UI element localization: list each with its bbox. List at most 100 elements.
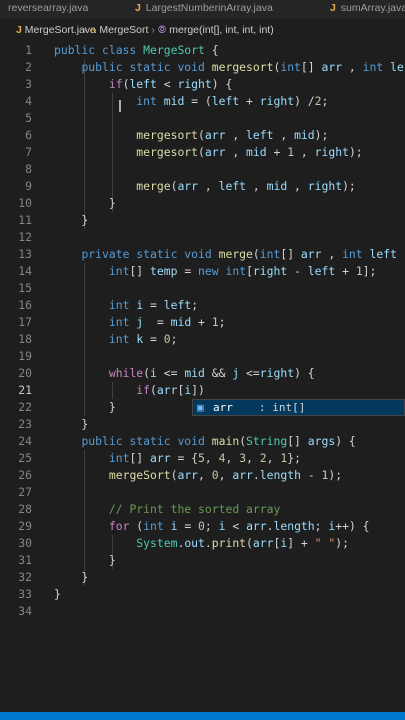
code-line: 13 private static void merge(int[] arr ,… [0, 246, 405, 263]
code-line: 7 mergesort(arr , mid + 1 , right); [0, 144, 405, 161]
code-line: 25 int[] arr = {5, 4, 3, 2, 1}; [0, 450, 405, 467]
chevron-right-icon: › [82, 24, 87, 36]
code-line: 20 while(i <= mid && j <=right) { [0, 365, 405, 382]
line-number: 26 [18, 468, 32, 482]
code-text: int i = left; [108, 298, 199, 312]
code-line: 2 public static void mergesort(int[] arr… [0, 59, 405, 76]
java-file-icon: J [16, 24, 22, 36]
code-text: } [54, 417, 89, 431]
code-text: private static void merge(int[] arr , in… [81, 247, 405, 261]
code-line-active: 21 if(arr[i]) [0, 382, 405, 399]
code-line: 17 int j = mid + 1; [0, 314, 405, 331]
line-number: 21 [18, 383, 32, 397]
code-line: 16 int i = left; [0, 297, 405, 314]
code-text: } [54, 196, 116, 210]
line-number: 23 [18, 417, 32, 431]
line-number: 7 [25, 145, 32, 159]
code-text: int[] temp = new int[right - left + 1]; [108, 264, 377, 278]
line-number: 22 [18, 400, 32, 414]
field-icon: ▣ [197, 401, 204, 414]
code-line: 26 mergeSort(arr, 0, arr.length - 1); [0, 467, 405, 484]
line-number: 6 [25, 128, 32, 142]
tab-sumarray[interactable]: J sumArray.java [330, 2, 405, 14]
line-number: 15 [18, 281, 32, 295]
line-number: 4 [25, 94, 32, 108]
line-number: 31 [18, 553, 32, 567]
line-number: 9 [25, 179, 32, 193]
code-line: 5 [0, 110, 405, 127]
code-line: 30 System.out.print(arr[i] + " "); [0, 535, 405, 552]
text-cursor [119, 100, 121, 112]
code-line: 27 [0, 484, 405, 501]
autocomplete-popup[interactable]: ▣ arr : int[] [192, 399, 405, 416]
code-text: int mid = (left + right) /2; [136, 94, 329, 108]
line-number: 16 [18, 298, 32, 312]
code-line: 10 } [0, 195, 405, 212]
code-text: public static void main(String[] args) { [81, 434, 356, 448]
code-text: // Print the sorted array [108, 502, 281, 516]
code-line: 18 int k = 0; [0, 331, 405, 348]
breadcrumb-class[interactable]: ‹› MergeSort [89, 24, 148, 36]
code-text: } [54, 570, 89, 584]
code-line: 19 [0, 348, 405, 365]
line-number: 12 [18, 230, 32, 244]
code-line: 3 if(left < right) { [0, 76, 405, 93]
code-text: mergeSort(arr, 0, arr.length - 1); [108, 468, 343, 482]
code-text: mergesort(arr , mid + 1 , right); [136, 145, 363, 159]
breadcrumb: J MergeSort.java› ‹› MergeSort › ⦾ merge(in… [0, 24, 405, 41]
code-line: 24 public static void main(String[] args… [0, 433, 405, 450]
line-number: 2 [25, 60, 32, 74]
code-text: int k = 0; [108, 332, 178, 346]
line-number: 3 [25, 77, 32, 91]
editor-tab-bar: reversearray.java J LargestNumberinArray… [0, 0, 405, 18]
code-line: 4 int mid = (left + right) /2; [0, 93, 405, 110]
line-number: 17 [18, 315, 32, 329]
java-file-icon: J [135, 2, 141, 14]
code-text: for (int i = 0; i < arr.length; i++) { [108, 519, 370, 533]
code-text: } [54, 213, 89, 227]
line-number: 24 [18, 434, 32, 448]
tab-label: sumArray.java [340, 2, 405, 14]
code-text: public class MergeSort { [54, 43, 219, 57]
line-number: 30 [18, 536, 32, 550]
code-line: 23 } [0, 416, 405, 433]
tab-label: LargestNumberinArray.java [145, 2, 273, 14]
line-number: 25 [18, 451, 32, 465]
line-number: 20 [18, 366, 32, 380]
code-line: 32 } [0, 569, 405, 586]
breadcrumb-class-label: MergeSort [99, 24, 149, 36]
code-line: 8 [0, 161, 405, 178]
suggestion-name: arr [213, 401, 233, 414]
chevron-right-icon: › [151, 24, 155, 36]
code-text: } [54, 553, 116, 567]
line-number: 14 [18, 264, 32, 278]
code-text: System.out.print(arr[i] + " "); [136, 536, 349, 550]
line-number: 1 [25, 43, 32, 57]
class-icon: ‹› [89, 24, 97, 36]
tab-reversearray[interactable]: reversearray.java [8, 2, 88, 14]
code-text: mergesort(arr , left , mid); [136, 128, 329, 142]
tab-largestnumberinarray[interactable]: J LargestNumberinArray.java [135, 2, 273, 14]
autocomplete-item[interactable]: ▣ arr : int[] [193, 400, 404, 415]
method-icon: ⦾ [157, 24, 167, 36]
line-number: 29 [18, 519, 32, 533]
breadcrumb-method[interactable]: ⦾ merge(int[], int, int, int) [158, 24, 274, 36]
code-line: 9 merge(arr , left , mid , right); [0, 178, 405, 195]
line-number: 18 [18, 332, 32, 346]
code-editor[interactable]: 1 public class MergeSort { 2 public stati… [0, 42, 405, 618]
code-line: 34 [0, 603, 405, 618]
code-text: public static void mergesort(int[] arr ,… [81, 60, 405, 74]
line-number: 5 [25, 111, 32, 125]
code-line: 11 } [0, 212, 405, 229]
line-number: 33 [18, 587, 32, 601]
line-number: 34 [18, 604, 32, 618]
line-number: 8 [25, 162, 32, 176]
code-line: 28 // Print the sorted array [0, 501, 405, 518]
code-text: merge(arr , left , mid , right); [136, 179, 356, 193]
line-number: 10 [18, 196, 32, 210]
breadcrumb-method-label: merge(int[], int, int, int) [169, 24, 274, 36]
line-number: 27 [18, 485, 32, 499]
line-number: 32 [18, 570, 32, 584]
code-text: } [54, 587, 61, 601]
code-line: 29 for (int i = 0; i < arr.length; i++) … [0, 518, 405, 535]
